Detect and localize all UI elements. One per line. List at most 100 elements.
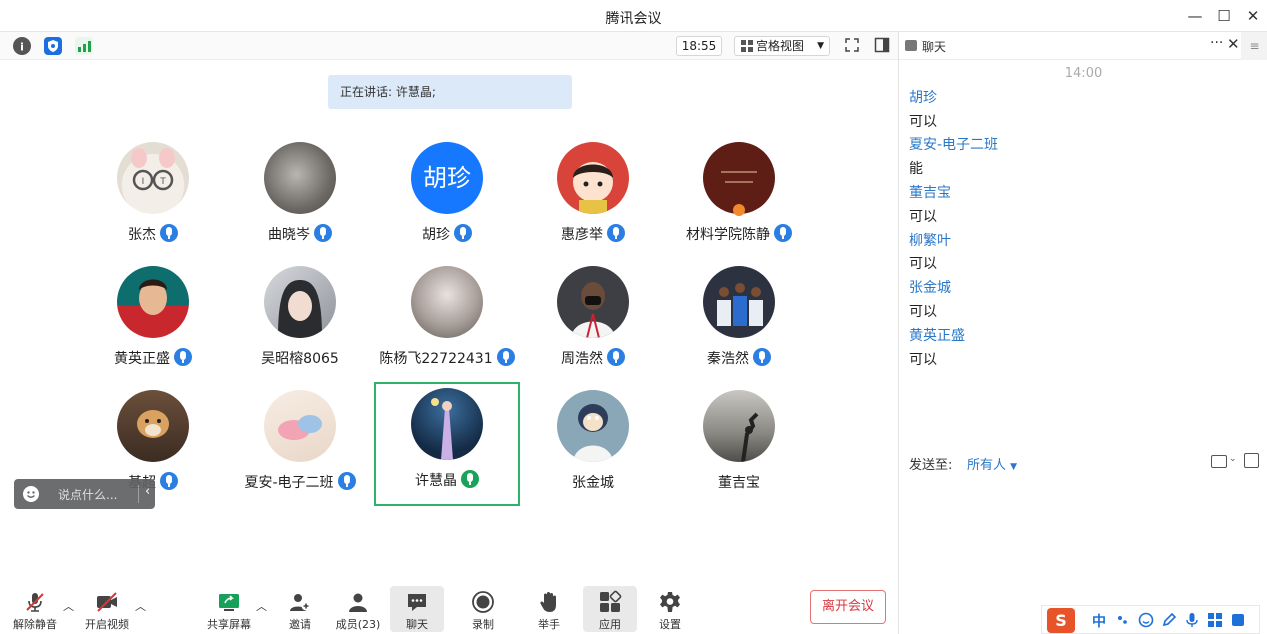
toolbox-icon[interactable] bbox=[1207, 612, 1223, 628]
participant-tile[interactable]: 夏安-电子二班 bbox=[227, 380, 373, 504]
avatar bbox=[557, 266, 629, 338]
avatar bbox=[703, 390, 775, 462]
avatar bbox=[117, 390, 189, 462]
screenshot-icon[interactable] bbox=[1244, 453, 1259, 468]
chat-message-text: 能 bbox=[909, 161, 923, 177]
speaking-banner: 正在讲话: 许慧晶; bbox=[328, 75, 572, 109]
mic-icon bbox=[607, 348, 625, 366]
participant-name: 惠彦举 bbox=[561, 227, 603, 243]
mic-icon bbox=[607, 224, 625, 242]
ime-toolbar: S 中 bbox=[1041, 605, 1260, 634]
participant-tile[interactable]: 惠彦举 bbox=[520, 132, 666, 256]
chevron-up-icon[interactable]: ︿ bbox=[135, 598, 146, 614]
skin-icon[interactable] bbox=[1230, 612, 1246, 628]
quick-message-box[interactable]: 说点什么... ‹ bbox=[14, 479, 155, 509]
chat-title: 聊天 bbox=[922, 40, 947, 54]
menu-icon[interactable]: ≡ bbox=[1241, 32, 1267, 60]
file-icon[interactable] bbox=[1211, 455, 1227, 468]
emoji-icon[interactable] bbox=[1138, 612, 1154, 628]
svg-text:T: T bbox=[159, 177, 166, 187]
chevron-down-icon: ▼ bbox=[817, 41, 824, 51]
minimize-button[interactable]: — bbox=[1185, 6, 1205, 26]
record-icon bbox=[472, 591, 494, 613]
shield-icon[interactable] bbox=[44, 37, 62, 55]
chat-timestamp: 14:00 bbox=[1064, 66, 1103, 81]
chat-sender[interactable]: 董吉宝 bbox=[909, 182, 951, 202]
maximize-button[interactable]: ☐ bbox=[1214, 6, 1234, 26]
participant-tile[interactable]: 曲晓岑 bbox=[227, 132, 373, 256]
view-mode-select[interactable]: 宫格视图 ▼ bbox=[734, 36, 830, 56]
participant-tile[interactable]: 周浩然 bbox=[520, 256, 666, 380]
share-screen-label: 共享屏幕 bbox=[207, 618, 251, 631]
participant-tile-speaking[interactable]: 许慧晶 bbox=[374, 382, 520, 506]
info-icon[interactable]: i bbox=[13, 37, 31, 55]
chat-button[interactable]: 聊天 bbox=[390, 586, 444, 632]
raise-hand-button[interactable]: 举手 bbox=[522, 586, 576, 632]
chat-sender[interactable]: 张金城 bbox=[909, 277, 951, 297]
participant-name: 夏安-电子二班 bbox=[244, 475, 334, 491]
chat-panel: 聊天 ··· ✕ ≡ 14:00 胡珍 可以 夏安-电子二班 能 董吉宝 可以 … bbox=[898, 32, 1267, 634]
participant-tile[interactable]: 张金城 bbox=[520, 380, 666, 504]
participant-tile[interactable]: 材料学院陈静 bbox=[666, 132, 812, 256]
participant-tile[interactable]: 胡珍 胡珍 bbox=[374, 132, 520, 256]
participant-tile[interactable]: 吴昭榕8065 bbox=[227, 256, 373, 380]
pen-icon[interactable] bbox=[1161, 612, 1177, 628]
participant-tile[interactable]: 董吉宝 bbox=[666, 380, 812, 504]
send-to-select[interactable]: 所有人 ▼ bbox=[967, 454, 1017, 473]
participant-tile[interactable]: IT 张杰 bbox=[80, 132, 226, 256]
chevron-down-icon[interactable]: ⌄ bbox=[1229, 454, 1237, 464]
mic-icon[interactable] bbox=[1184, 612, 1200, 628]
chat-sender[interactable]: 胡珍 bbox=[909, 87, 937, 107]
avatar: 胡珍 bbox=[411, 142, 483, 214]
members-button[interactable]: 成员(23) bbox=[331, 586, 385, 632]
avatar bbox=[557, 142, 629, 214]
ime-language[interactable]: 中 bbox=[1092, 611, 1106, 631]
close-button[interactable]: ✕ bbox=[1243, 6, 1263, 26]
record-button[interactable]: 录制 bbox=[456, 586, 510, 632]
mic-icon bbox=[160, 472, 178, 490]
sogou-logo-icon[interactable]: S bbox=[1047, 608, 1075, 633]
apps-button[interactable]: 应用 bbox=[583, 586, 637, 632]
leave-meeting-button[interactable]: 离开会议 bbox=[810, 590, 886, 624]
chat-sender[interactable]: 黄英正盛 bbox=[909, 325, 965, 345]
punctuation-icon[interactable] bbox=[1115, 612, 1131, 628]
invite-label: 邀请 bbox=[289, 618, 311, 631]
meeting-time: 18:55 bbox=[676, 36, 722, 56]
share-screen-button[interactable]: 共享屏幕 bbox=[202, 586, 256, 632]
quick-message-input[interactable]: 说点什么... bbox=[58, 486, 117, 503]
participant-name: 张金城 bbox=[572, 475, 614, 491]
title-bar: 腾讯会议 — ☐ ✕ bbox=[0, 0, 1267, 32]
avatar bbox=[411, 266, 483, 338]
avatar: IT bbox=[117, 142, 189, 214]
signal-icon[interactable] bbox=[75, 37, 93, 55]
participant-tile[interactable]: 陈杨飞22722431 bbox=[374, 256, 520, 380]
chat-sender[interactable]: 夏安-电子二班 bbox=[909, 134, 998, 154]
chat-sender[interactable]: 柳繁叶 bbox=[909, 230, 951, 250]
participant-name: 秦浩然 bbox=[707, 351, 749, 367]
fullscreen-icon[interactable] bbox=[843, 37, 861, 55]
settings-button[interactable]: 设置 bbox=[643, 586, 697, 632]
grid-view-icon bbox=[741, 40, 753, 52]
chat-label: 聊天 bbox=[406, 618, 428, 631]
start-video-button[interactable]: 开启视频 bbox=[80, 586, 134, 632]
settings-label: 设置 bbox=[659, 618, 681, 631]
emoji-icon[interactable] bbox=[23, 486, 39, 502]
participant-tile[interactable]: 黄英正盛 bbox=[80, 256, 226, 380]
participant-name: 张杰 bbox=[128, 227, 156, 243]
collapse-icon[interactable]: ‹ bbox=[145, 484, 150, 499]
add-user-icon bbox=[290, 594, 311, 611]
members-label: 成员(23) bbox=[335, 618, 381, 631]
chat-message-text: 可以 bbox=[909, 114, 937, 130]
more-icon[interactable]: ··· bbox=[1210, 35, 1223, 51]
meeting-app: 腾讯会议 — ☐ ✕ i 18:55 宫格视图 ▼ 正在讲话: 许慧晶; I T… bbox=[0, 0, 1267, 634]
chevron-up-icon[interactable]: ︿ bbox=[63, 598, 74, 614]
start-video-label: 开启视频 bbox=[85, 618, 129, 631]
unmute-button[interactable]: 解除静音 bbox=[8, 586, 62, 632]
invite-button[interactable]: 邀请 bbox=[273, 586, 327, 632]
sidebar-toggle-icon[interactable] bbox=[873, 37, 891, 55]
participant-tile[interactable]: 秦浩然 bbox=[666, 256, 812, 380]
chevron-up-icon[interactable]: ︿ bbox=[256, 598, 267, 614]
chevron-down-icon: ▼ bbox=[1010, 462, 1018, 472]
close-icon[interactable]: ✕ bbox=[1227, 35, 1240, 53]
chat-message-text: 可以 bbox=[909, 352, 937, 368]
